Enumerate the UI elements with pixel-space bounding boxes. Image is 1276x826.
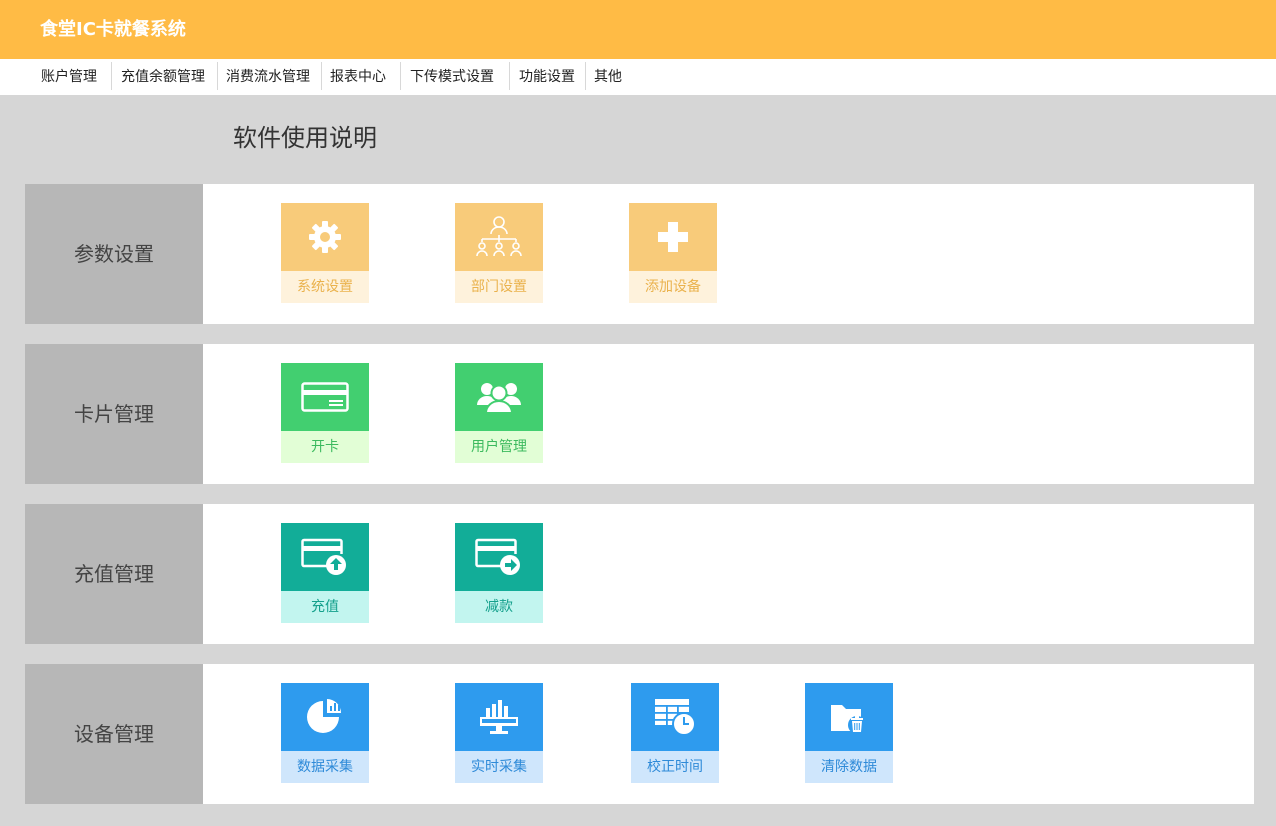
section-card-management: 卡片管理 开卡 用户管理 [25,344,1254,484]
tile-recharge[interactable]: 充值 [281,523,369,623]
tile-label: 添加设备 [629,271,717,303]
section-label: 参数设置 [25,184,203,324]
org-chart-icon [476,216,522,257]
tile-label: 清除数据 [805,751,893,783]
tile-label: 减款 [455,591,543,623]
tile-department-settings[interactable]: 部门设置 [455,203,543,303]
tile-label: 实时采集 [455,751,543,783]
plus-icon [658,222,688,252]
card-upload-icon [301,538,346,575]
tile-label: 数据采集 [281,751,369,783]
tile-calibrate-time[interactable]: 校正时间 [631,683,719,783]
tile-label: 充值 [281,591,369,623]
tile-data-collection[interactable]: 数据采集 [281,683,369,783]
menu-item-download-mode[interactable]: 下传模式设置 [410,62,494,92]
tile-clear-data[interactable]: 清除数据 [805,683,893,783]
tile-system-settings[interactable]: 系统设置 [281,203,369,303]
tile-label: 部门设置 [455,271,543,303]
calendar-clock-icon [655,699,696,736]
tile-open-card[interactable]: 开卡 [281,363,369,463]
section-device-management: 设备管理 数据采集 实时采集 校正时间 清除数据 [25,664,1254,804]
tile-label: 用户管理 [455,431,543,463]
tile-label: 校正时间 [631,751,719,783]
users-icon [477,383,521,414]
menu-divider [321,62,322,90]
tile-label: 开卡 [281,431,369,463]
menu-item-other[interactable]: 其他 [594,62,622,92]
menu-item-reports[interactable]: 报表中心 [330,62,386,92]
section-parameter-settings: 参数设置 系统设置 部门设置 添加设备 [25,184,1254,324]
top-header: 食堂IC卡就餐系统 [0,0,1276,59]
menu-divider [509,62,510,90]
tile-label: 系统设置 [281,271,369,303]
tile-realtime-collection[interactable]: 实时采集 [455,683,543,783]
gear-icon [309,221,341,253]
menu-item-account[interactable]: 账户管理 [41,62,97,92]
menu-divider [111,62,112,90]
folder-trash-icon [831,705,866,734]
main-menu: 账户管理 充值余额管理 消费流水管理 报表中心 下传模式设置 功能设置 其他 [0,59,1276,95]
app-title: 食堂IC卡就餐系统 [40,19,186,40]
pie-chart-icon [307,699,341,733]
card-icon [301,382,349,412]
section-label: 充值管理 [25,504,203,644]
page-title: 软件使用说明 [233,124,377,152]
menu-item-consumption-flow[interactable]: 消费流水管理 [226,62,310,92]
section-label: 设备管理 [25,664,203,804]
tile-deduct[interactable]: 减款 [455,523,543,623]
card-arrow-right-icon [475,538,520,575]
menu-item-recharge-balance[interactable]: 充值余额管理 [121,62,205,92]
monitor-chart-icon [480,700,518,734]
menu-divider [217,62,218,90]
menu-divider [585,62,586,90]
tile-user-management[interactable]: 用户管理 [455,363,543,463]
menu-item-function-settings[interactable]: 功能设置 [519,62,575,92]
tile-add-device[interactable]: 添加设备 [629,203,717,303]
section-recharge-management: 充值管理 充值 减款 [25,504,1254,644]
menu-divider [400,62,401,90]
section-label: 卡片管理 [25,344,203,484]
